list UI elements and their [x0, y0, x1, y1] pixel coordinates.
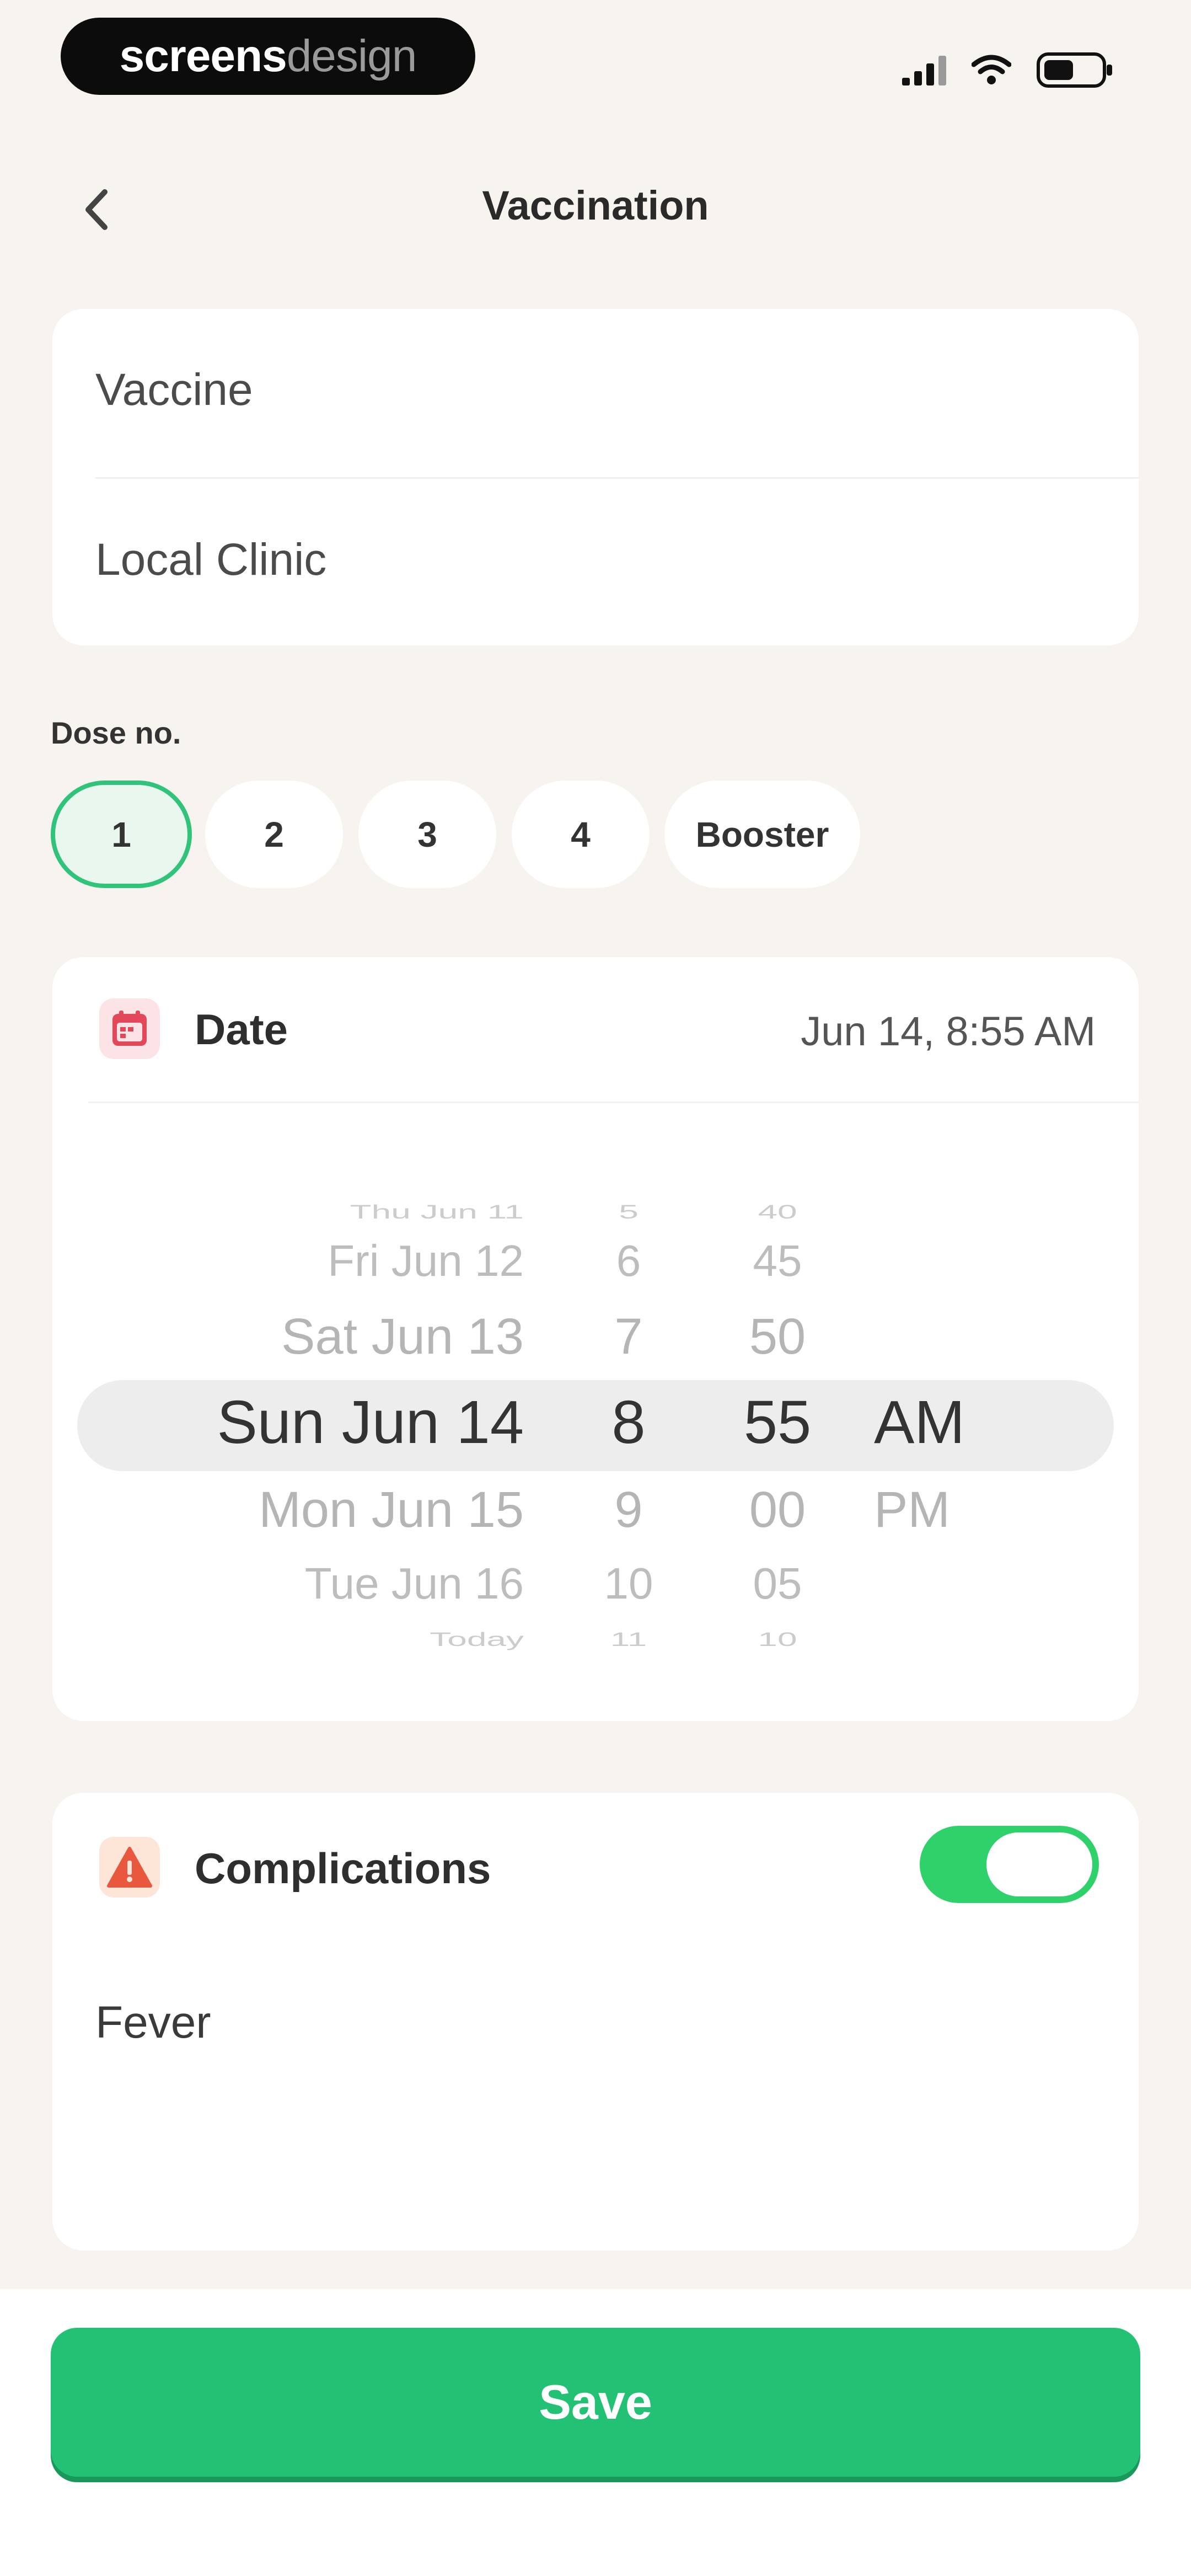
picker-minute-option[interactable]: 40 — [717, 1201, 838, 1223]
picker-minute-option[interactable]: 00 — [717, 1481, 838, 1539]
clinic-field[interactable]: Local Clinic — [95, 534, 326, 586]
vaccine-field[interactable]: Vaccine — [95, 364, 253, 416]
save-button[interactable]: Save — [51, 2328, 1140, 2477]
date-card: Date Jun 14, 8:55 AM Thu Jun 11 Fri Jun … — [52, 957, 1139, 1721]
battery-icon — [1037, 52, 1112, 88]
picker-day-option[interactable]: Fri Jun 12 — [52, 1236, 524, 1286]
picker-day-selected[interactable]: Sun Jun 14 — [52, 1387, 524, 1457]
picker-day-option[interactable]: Tue Jun 16 — [52, 1558, 524, 1609]
dose-chip-3[interactable]: 3 — [358, 781, 496, 888]
dose-chip-booster[interactable]: Booster — [664, 781, 860, 888]
period-picker-column[interactable]: AM PM — [874, 957, 995, 1721]
hour-picker-column[interactable]: 5 6 7 8 9 10 11 — [573, 957, 684, 1721]
day-picker-column[interactable]: Thu Jun 11 Fri Jun 12 Sat Jun 13 Sun Jun… — [52, 957, 524, 1721]
minute-picker-column[interactable]: 40 45 50 55 00 05 10 — [717, 957, 838, 1721]
picker-minute-option[interactable]: 05 — [717, 1558, 838, 1609]
complications-toggle[interactable] — [920, 1826, 1099, 1903]
vaccine-details-card: Vaccine Local Clinic — [52, 309, 1139, 645]
dose-chip-1[interactable]: 1 — [51, 781, 192, 888]
picker-day-option[interactable]: Mon Jun 15 — [52, 1481, 524, 1539]
wifi-icon — [972, 55, 1011, 84]
toggle-knob — [986, 1832, 1092, 1896]
complications-label: Complications — [195, 1844, 491, 1893]
picker-minute-option[interactable]: 50 — [717, 1308, 838, 1366]
picker-minute-selected[interactable]: 55 — [717, 1387, 838, 1457]
status-icons — [902, 45, 1114, 95]
picker-hour-option[interactable]: 5 — [573, 1201, 684, 1223]
brand-badge: screens design — [61, 18, 475, 95]
page-title: Vaccination — [482, 183, 709, 228]
picker-hour-option[interactable]: 11 — [573, 1628, 684, 1651]
dose-chip-4[interactable]: 4 — [512, 781, 650, 888]
dose-label: Dose no. — [51, 715, 181, 750]
picker-day-option[interactable]: Thu Jun 11 — [52, 1201, 524, 1223]
brand-text-primary: screens — [119, 31, 287, 81]
picker-hour-option[interactable]: 6 — [573, 1236, 684, 1286]
warning-icon — [99, 1837, 160, 1898]
picker-period-selected[interactable]: AM — [874, 1387, 995, 1457]
signal-icon — [902, 55, 946, 85]
complications-text-field[interactable]: Fever — [95, 1997, 211, 2049]
picker-hour-option[interactable]: 7 — [573, 1308, 684, 1366]
picker-hour-option[interactable]: 9 — [573, 1481, 684, 1539]
picker-day-option[interactable]: Today — [52, 1628, 524, 1651]
picker-minute-option[interactable]: 45 — [717, 1236, 838, 1286]
picker-hour-option[interactable]: 10 — [573, 1558, 684, 1609]
picker-hour-selected[interactable]: 8 — [573, 1387, 684, 1457]
brand-text-secondary: design — [286, 31, 417, 81]
dose-chip-2[interactable]: 2 — [205, 781, 343, 888]
picker-period-option[interactable]: PM — [874, 1481, 995, 1539]
divider — [95, 477, 1139, 479]
picker-minute-option[interactable]: 10 — [717, 1628, 838, 1651]
picker-day-option[interactable]: Sat Jun 13 — [52, 1308, 524, 1366]
